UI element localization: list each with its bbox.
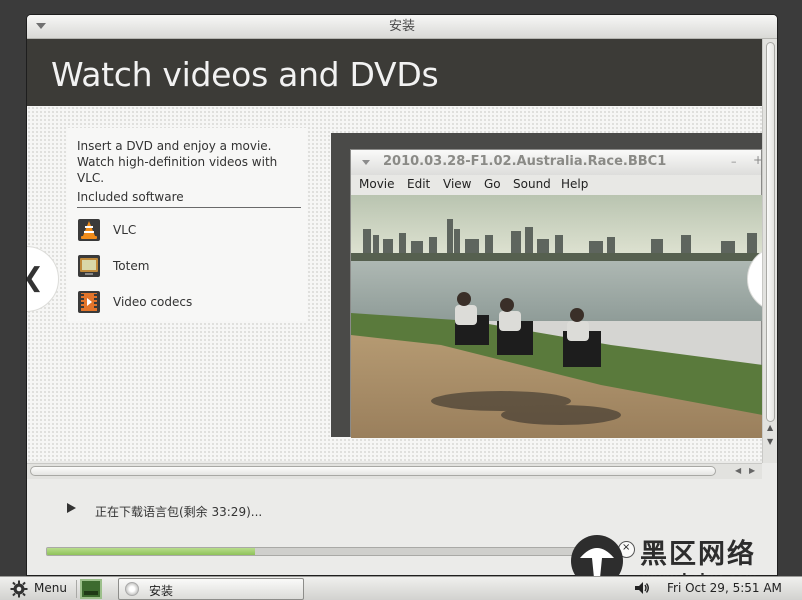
main-menu-button[interactable]: Menu xyxy=(6,578,74,600)
panel-separator xyxy=(76,580,77,598)
taskbar-item-installer[interactable]: 安装 xyxy=(118,578,304,600)
player-menu-view: View xyxy=(443,177,472,191)
bottom-panel: Menu 安装 Fri Oct 29, 5:51 AM xyxy=(0,576,802,600)
expand-details-icon[interactable] xyxy=(67,503,76,513)
vertical-scrollbar[interactable]: ▲ ▼ xyxy=(762,39,777,463)
video-frame xyxy=(351,195,762,438)
vlc-icon xyxy=(78,219,100,241)
watermark-text: 黑区网络 xyxy=(640,539,756,570)
player-menu-help: Help xyxy=(561,177,589,191)
totem-icon xyxy=(78,255,100,277)
horizontal-scrollbar[interactable]: ◀ ▶ xyxy=(27,463,762,479)
install-progress-bar xyxy=(46,547,626,556)
volume-icon[interactable] xyxy=(634,580,650,596)
window-title: 安装 xyxy=(388,19,415,34)
installer-window: 安装 Watch videos and DVDs ❮ Insert a DVD … xyxy=(26,14,778,576)
player-menu-edit: Edit xyxy=(407,177,431,191)
maximize-icon: + xyxy=(753,153,762,167)
player-titlebar: 2010.03.28-F1.02.Australia.Race.BBC1 – + xyxy=(351,150,762,175)
slide-heading: Watch videos and DVDs xyxy=(51,55,439,94)
slide-description: Insert a DVD and enjoy a movie. Watch hi… xyxy=(77,139,278,185)
taskbar-item-label: 安装 xyxy=(149,584,174,598)
scroll-down-icon[interactable]: ▼ xyxy=(767,437,773,446)
player-menubar: Movie Edit View Go Sound Help xyxy=(351,175,761,195)
included-software-label: Included software xyxy=(77,190,301,208)
film-icon xyxy=(78,291,100,313)
status-message: 正在下载语言包(剩余 33:29)... xyxy=(95,505,263,519)
software-item-totem: Totem xyxy=(77,255,297,279)
horizontal-scroll-thumb[interactable] xyxy=(30,466,716,476)
slide-body: ❮ Insert a DVD and enjoy a movie. Watch … xyxy=(27,106,762,461)
gear-icon xyxy=(10,580,28,598)
chevron-left-icon: ❮ xyxy=(27,263,44,293)
window-titlebar[interactable]: 安装 xyxy=(27,15,777,39)
player-menu-go: Go xyxy=(484,177,501,191)
player-menu-sound: Sound xyxy=(513,177,551,191)
show-desktop-button[interactable] xyxy=(80,579,102,599)
main-menu-label: Menu xyxy=(34,581,67,595)
screenshot-preview: 2010.03.28-F1.02.Australia.Race.BBC1 – +… xyxy=(331,133,762,438)
slide-header: Watch videos and DVDs xyxy=(27,39,762,106)
scroll-up-icon[interactable]: ▲ xyxy=(767,423,773,432)
scroll-right-icon[interactable]: ▶ xyxy=(749,466,755,475)
software-name: Totem xyxy=(113,259,150,273)
window-menu-icon[interactable] xyxy=(36,23,46,29)
software-name: Video codecs xyxy=(113,295,193,309)
progress-fill xyxy=(47,548,256,555)
player-menu-movie: Movie xyxy=(359,177,395,191)
totem-player-window: 2010.03.28-F1.02.Australia.Race.BBC1 – +… xyxy=(350,149,762,438)
previous-slide-button[interactable]: ❮ xyxy=(27,246,59,312)
software-item-vlc: VLC xyxy=(77,219,297,243)
installer-cd-icon xyxy=(125,582,139,596)
slide-info-panel: Insert a DVD and enjoy a movie. Watch hi… xyxy=(67,128,307,321)
software-item-video-codecs: Video codecs xyxy=(77,291,297,315)
clock[interactable]: Fri Oct 29, 5:51 AM xyxy=(667,581,782,595)
scroll-left-icon[interactable]: ◀ xyxy=(735,466,741,475)
software-name: VLC xyxy=(113,223,137,237)
minimize-icon: – xyxy=(731,155,737,168)
player-title: 2010.03.28-F1.02.Australia.Race.BBC1 xyxy=(383,154,667,169)
vertical-scroll-thumb[interactable] xyxy=(766,42,775,422)
player-menu-icon xyxy=(362,160,370,165)
